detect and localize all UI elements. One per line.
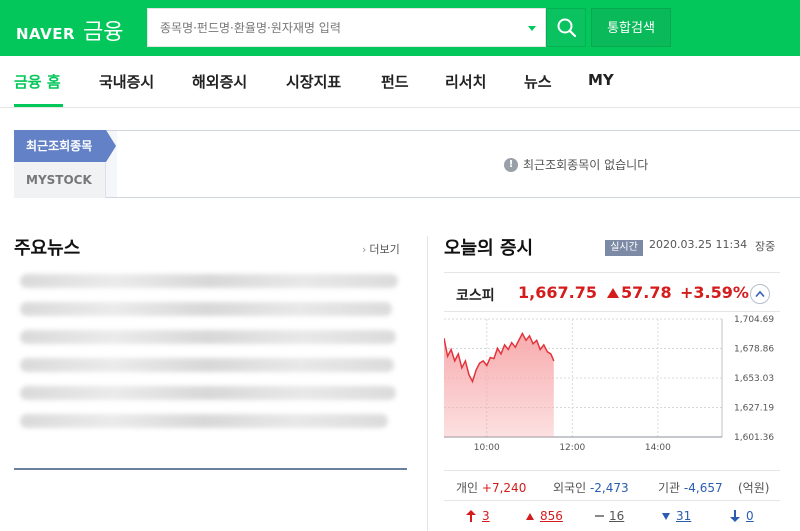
chart-svg: 1,704.69 1,678.86 1,653.03 1,627.19 1,601.36… [443,315,774,453]
index-change: 57.78 [621,283,672,302]
unchanged-value[interactable]: 16 [609,509,624,523]
rising-value[interactable]: 856 [540,509,563,523]
falling-triangle-icon [662,512,670,520]
unchanged-count[interactable]: 16 [595,509,624,523]
market-status: 장중 [755,240,776,253]
chart-y-tick-label: 1,704.69 [734,315,774,325]
total-search-button[interactable]: 통합검색 [591,8,671,47]
info-icon: ! [504,157,518,172]
news-list [14,268,404,448]
lower-limit-count[interactable]: 0 [730,509,754,523]
active-tab-underline [14,104,63,107]
search-button[interactable] [546,8,586,47]
blurred-news-item[interactable] [20,386,396,400]
nav-item-funds[interactable]: 펀드 [381,71,409,92]
foreign-label: 외국인 [553,481,587,495]
blurred-news-item[interactable] [20,358,394,372]
naver-logo-text[interactable]: NAVER [16,25,75,43]
market-timestamp: 2020.03.25 11:34 [649,238,748,251]
chart-x-tick-label: 10:00 [474,443,500,453]
nav-item-my[interactable]: MY [588,71,614,89]
chart-x-tick-label: 14:00 [645,443,671,453]
collapse-button[interactable] [750,284,770,304]
tab-recent-stocks[interactable]: 최근조회종목 [14,130,106,162]
active-tab-pointer [106,130,116,162]
falling-count[interactable]: 31 [662,509,691,523]
kospi-summary-row[interactable]: 코스피 1,667.75 57.78 +3.59% [444,272,780,312]
empty-message-text: 최근조회종목이 없습니다 [523,158,649,172]
foreign-value: -2,473 [589,481,629,495]
falling-value[interactable]: 31 [676,509,691,523]
chart-y-tick-label: 1,601.36 [734,433,774,443]
investor-flow-row: 개인 +7,240 외국인 -2,473 기관 -4,657 (억원) [444,470,780,500]
chevron-up-icon [755,290,765,298]
individual-label: 개인 [456,481,479,495]
institution-flow: 기관 -4,657 [658,479,723,496]
more-arrow-icon: › [362,243,367,256]
news-more-label[interactable]: 더보기 [369,243,399,256]
kospi-intraday-chart[interactable]: 1,704.69 1,678.86 1,653.03 1,627.19 1,601.36… [443,312,780,462]
blurred-news-item[interactable] [20,302,392,316]
nav-item-finance-home[interactable]: 금융 홈 [14,71,61,92]
search-box [147,8,546,47]
nav-item-news[interactable]: 뉴스 [524,71,552,92]
index-name[interactable]: 코스피 [456,285,495,305]
chart-x-tick-label: 12:00 [559,443,585,453]
foreign-flow: 외국인 -2,473 [553,479,629,496]
search-icon [557,18,577,38]
finance-logo-text[interactable]: 금융 [83,14,123,46]
market-breadth-row: 3 856 16 31 0 [444,500,780,531]
chart-area-fill [444,333,554,437]
realtime-badge: 실시간 [605,240,643,256]
index-change-rate: +3.59% [680,283,749,302]
recent-stocks-content: ! 최근조회종목이 없습니다 [117,131,800,197]
up-arrow-icon [607,288,619,298]
blurred-news-item[interactable] [20,330,396,344]
unchanged-dash-icon [595,515,604,517]
nav-item-overseas-stocks[interactable]: 해외증시 [192,71,247,92]
blurred-news-item[interactable] [20,414,388,428]
rising-count[interactable]: 856 [526,509,563,523]
column-divider [427,236,428,531]
institution-label: 기관 [658,481,681,495]
upper-limit-count[interactable]: 3 [466,509,490,523]
blurred-news-item[interactable] [20,274,398,288]
news-more-link[interactable]: › 더보기 [362,241,403,257]
individual-value: +7,240 [481,481,527,495]
tab-mystock[interactable]: MYSTOCK [14,162,106,198]
autocomplete-toggle-icon[interactable] [528,26,536,31]
rising-triangle-icon [526,512,534,520]
naver-finance-logo[interactable]: NAVER 금융 [16,14,124,46]
nav-item-market-indicators[interactable]: 시장지표 [286,71,341,92]
lower-limit-value[interactable]: 0 [746,509,754,523]
chart-y-tick-label: 1,627.19 [734,404,774,414]
institution-value: -4,657 [683,481,723,495]
news-bottom-rule [14,468,407,470]
upper-limit-value[interactable]: 3 [482,509,490,523]
top-header: NAVER 금융 통합검색 [0,0,800,56]
lower-limit-arrow-icon [730,510,740,522]
index-value: 1,667.75 [518,283,597,302]
upper-limit-arrow-icon [466,510,476,522]
chart-y-tick-label: 1,678.86 [734,345,774,355]
nav-item-domestic-stocks[interactable]: 국내증시 [99,71,154,92]
search-input[interactable] [148,9,518,46]
todays-market-title: 오늘의 증시 [444,238,534,259]
unit-label: (억원) [738,481,770,495]
main-nav: 금융 홈 국내증시 해외증시 시장지표 펀드 리서치 뉴스 MY [0,56,800,108]
individual-flow: 개인 +7,240 [456,479,526,496]
recent-stocks-panel: 최근조회종목 MYSTOCK ! 최근조회종목이 없습니다 [14,130,800,198]
chart-y-tick-label: 1,653.03 [734,374,774,384]
main-news-title: 주요뉴스 [14,238,81,259]
empty-message: ! 최근조회종목이 없습니다 [504,156,648,173]
nav-item-research[interactable]: 리서치 [445,71,486,92]
